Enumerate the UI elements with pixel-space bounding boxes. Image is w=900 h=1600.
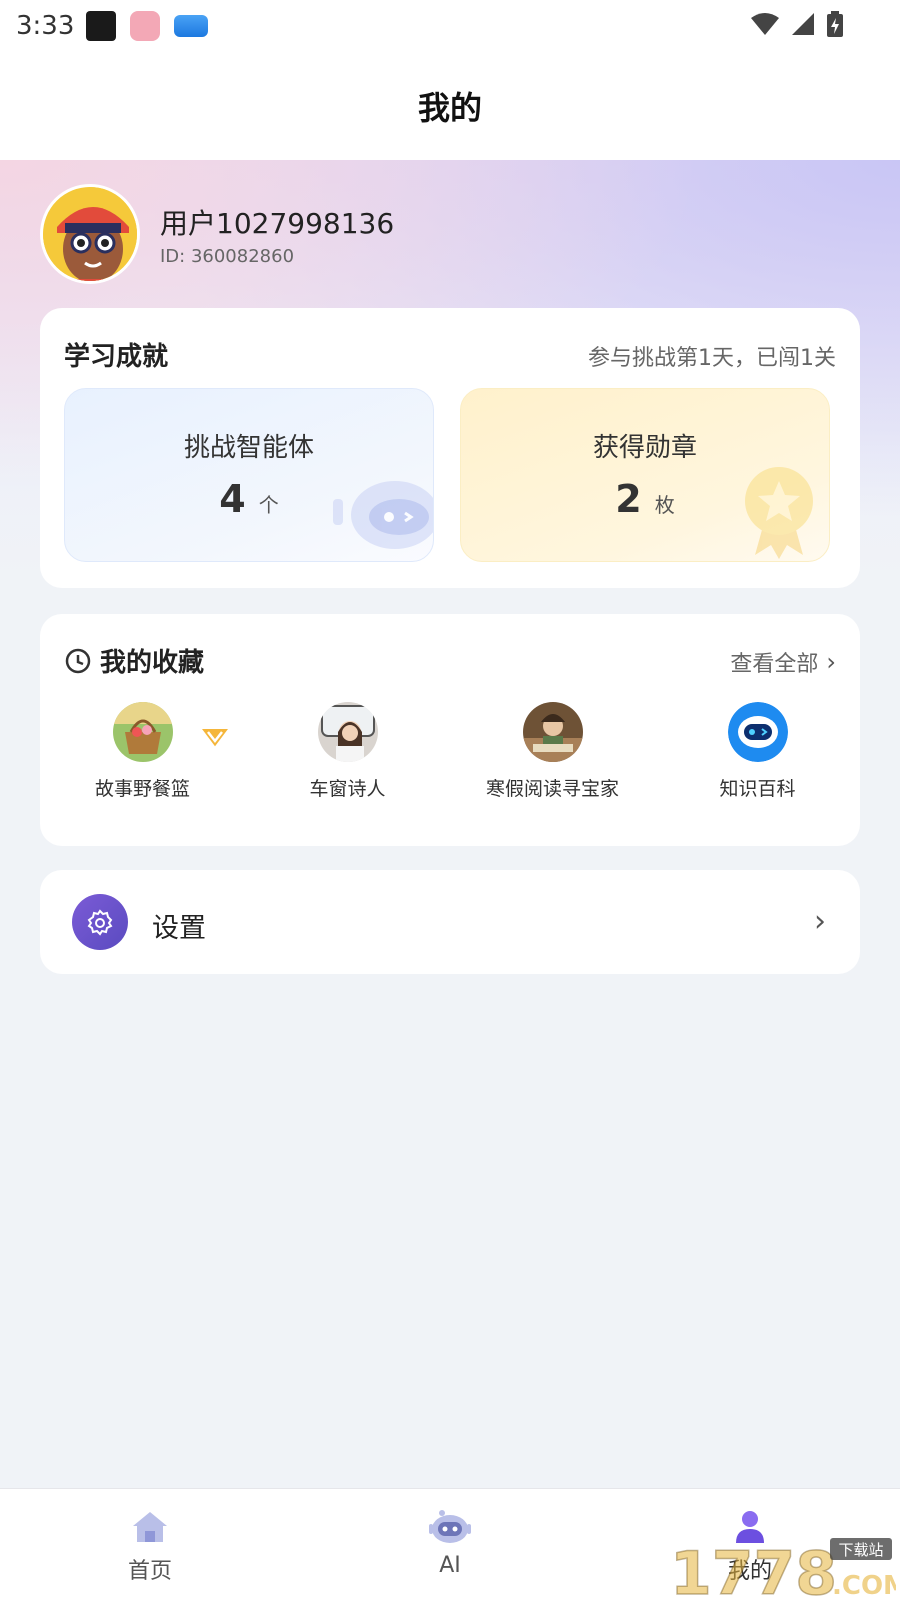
favorite-label: 寒假阅读寻宝家 bbox=[485, 778, 619, 800]
settings-row[interactable]: 设置 › bbox=[40, 870, 860, 974]
avatar[interactable] bbox=[40, 184, 140, 284]
settings-label: 设置 bbox=[152, 913, 206, 944]
medals-stat[interactable]: 获得勋章 2 枚 bbox=[460, 388, 830, 562]
gear-icon bbox=[72, 894, 128, 950]
chevron-right-icon: › bbox=[814, 904, 826, 939]
chevron-right-icon: › bbox=[826, 648, 836, 676]
clock-icon bbox=[65, 648, 91, 673]
home-icon bbox=[133, 1512, 167, 1542]
favorites-list: 故事野餐篮 车窗诗人 寒假阅读寻宝家 知识百科 bbox=[40, 702, 860, 801]
username: 用户1027998136 bbox=[160, 207, 395, 240]
achievements-summary: 参与挑战第1天，已闯1关 bbox=[588, 346, 836, 371]
battery-icon bbox=[827, 11, 843, 37]
watermark-sub: 下载站 bbox=[838, 1541, 883, 1559]
tab-home[interactable]: 首页 bbox=[0, 1489, 300, 1600]
favorite-item[interactable]: 车窗诗人 bbox=[245, 702, 450, 801]
cloud-app-icon bbox=[174, 15, 209, 37]
view-all-label: 查看全部 bbox=[730, 652, 819, 677]
signal-icon bbox=[792, 13, 814, 35]
site-watermark: 1778 下载站 .COM bbox=[670, 1534, 896, 1600]
watermark-number: 1778 bbox=[670, 1539, 837, 1600]
vip-crown-badge-icon bbox=[198, 727, 232, 750]
page-header: 我的 bbox=[0, 52, 900, 160]
reading-treasure-thumbnail bbox=[522, 702, 583, 762]
stat-unit: 个 bbox=[258, 493, 279, 517]
wifi-icon bbox=[751, 13, 779, 35]
clock-app-icon bbox=[86, 11, 117, 41]
page-title: 我的 bbox=[417, 89, 482, 127]
favorites-card: 我的收藏 查看全部 › 故事野餐篮 车窗诗人 寒假阅读寻宝家 知识百科 bbox=[40, 614, 860, 846]
favorite-label: 车窗诗人 bbox=[309, 778, 386, 800]
view-all-link[interactable]: 查看全部 › bbox=[730, 646, 836, 678]
favorite-label: 知识百科 bbox=[719, 778, 796, 800]
favorite-item[interactable]: 知识百科 bbox=[655, 702, 860, 801]
medal-decoration-icon bbox=[745, 467, 813, 559]
challenged-agents-stat[interactable]: 挑战智能体 4 个 bbox=[64, 388, 434, 562]
achievements-card: 学习成就 参与挑战第1天，已闯1关 挑战智能体 4 个 获得勋章 2 枚 bbox=[40, 308, 860, 588]
user-id: ID: 360082860 bbox=[160, 246, 295, 267]
window-poet-thumbnail bbox=[317, 702, 378, 762]
favorite-item[interactable]: 寒假阅读寻宝家 bbox=[450, 702, 655, 801]
status-time: 3:33 bbox=[16, 11, 75, 41]
favorite-label: 故事野餐篮 bbox=[94, 778, 190, 800]
tab-ai[interactable]: AI bbox=[300, 1489, 600, 1600]
robot-decoration-icon bbox=[333, 481, 433, 549]
tab-label: 首页 bbox=[127, 1559, 172, 1584]
watermark-domain: .COM bbox=[832, 1571, 896, 1600]
app-notification-icon bbox=[130, 11, 161, 41]
favorites-title: 我的收藏 bbox=[100, 648, 205, 678]
stat-label: 挑战智能体 bbox=[183, 433, 314, 463]
robot-icon bbox=[429, 1510, 471, 1543]
picnic-basket-thumbnail bbox=[112, 702, 173, 762]
status-indicators bbox=[750, 10, 844, 38]
stat-value: 2 bbox=[615, 477, 642, 521]
tab-label: AI bbox=[439, 1553, 461, 1578]
favorite-item[interactable]: 故事野餐篮 bbox=[40, 702, 245, 801]
status-bar: 3:33 bbox=[0, 0, 900, 52]
knowledge-robot-thumbnail bbox=[727, 702, 788, 762]
stat-value: 4 bbox=[219, 477, 246, 521]
achievements-title: 学习成就 bbox=[64, 342, 169, 372]
stat-unit: 枚 bbox=[654, 493, 675, 517]
